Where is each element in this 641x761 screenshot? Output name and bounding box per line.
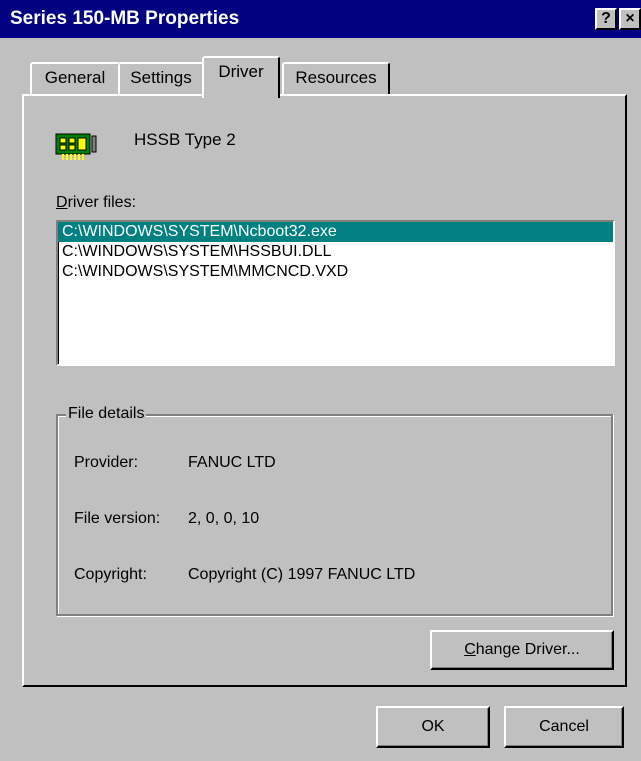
properties-dialog: Series 150-MB Properties ? × General Set… bbox=[0, 0, 641, 761]
provider-value: FANUC LTD bbox=[188, 454, 276, 471]
driver-files-list[interactable]: C:\WINDOWS\SYSTEM\Ncboot32.exe C:\WINDOW… bbox=[56, 220, 615, 366]
help-button[interactable]: ? bbox=[595, 8, 617, 30]
copyright-value: Copyright (C) 1997 FANUC LTD bbox=[188, 566, 416, 583]
driver-files-label-rest: river files: bbox=[67, 194, 137, 211]
circuit-board-icon bbox=[54, 130, 98, 169]
driver-files-accelerator: D bbox=[56, 194, 68, 211]
driver-files-label: Driver files: bbox=[56, 194, 136, 212]
copyright-label: Copyright: bbox=[74, 566, 147, 583]
change-driver-label: hange Driver... bbox=[475, 641, 580, 658]
file-details-group: File details Provider: FANUC LTD File ver… bbox=[56, 405, 613, 616]
file-version-row: File version: 2, 0, 0, 10 bbox=[74, 510, 259, 528]
title-bar[interactable]: Series 150-MB Properties ? × bbox=[0, 0, 641, 38]
provider-label: Provider: bbox=[74, 454, 139, 471]
file-version-value: 2, 0, 0, 10 bbox=[188, 510, 260, 527]
driver-tab-panel: HSSB Type 2 Driver files: C:\WINDOWS\SYS… bbox=[22, 94, 627, 687]
list-item[interactable]: C:\WINDOWS\SYSTEM\Ncboot32.exe bbox=[58, 222, 613, 242]
list-item[interactable]: C:\WINDOWS\SYSTEM\HSSBUI.DLL bbox=[58, 242, 613, 262]
file-details-legend: File details bbox=[66, 405, 147, 423]
device-name: HSSB Type 2 bbox=[134, 130, 236, 149]
list-item[interactable]: C:\WINDOWS\SYSTEM\MMCNCD.VXD bbox=[58, 262, 613, 282]
change-driver-accelerator: C bbox=[464, 641, 476, 658]
tab-resources[interactable]: Resources bbox=[282, 62, 390, 96]
window-title: Series 150-MB Properties bbox=[10, 8, 240, 29]
tab-settings[interactable]: Settings bbox=[118, 62, 204, 96]
copyright-row: Copyright: Copyright (C) 1997 FANUC LTD bbox=[74, 566, 415, 584]
close-button[interactable]: × bbox=[619, 8, 641, 30]
ok-button[interactable]: OK bbox=[376, 706, 490, 748]
provider-row: Provider: FANUC LTD bbox=[74, 454, 276, 472]
cancel-button[interactable]: Cancel bbox=[504, 706, 624, 748]
tab-driver[interactable]: Driver bbox=[202, 56, 280, 98]
file-version-label: File version: bbox=[74, 510, 161, 527]
tab-general[interactable]: General bbox=[30, 62, 120, 96]
change-driver-button[interactable]: Change Driver... bbox=[430, 630, 614, 670]
